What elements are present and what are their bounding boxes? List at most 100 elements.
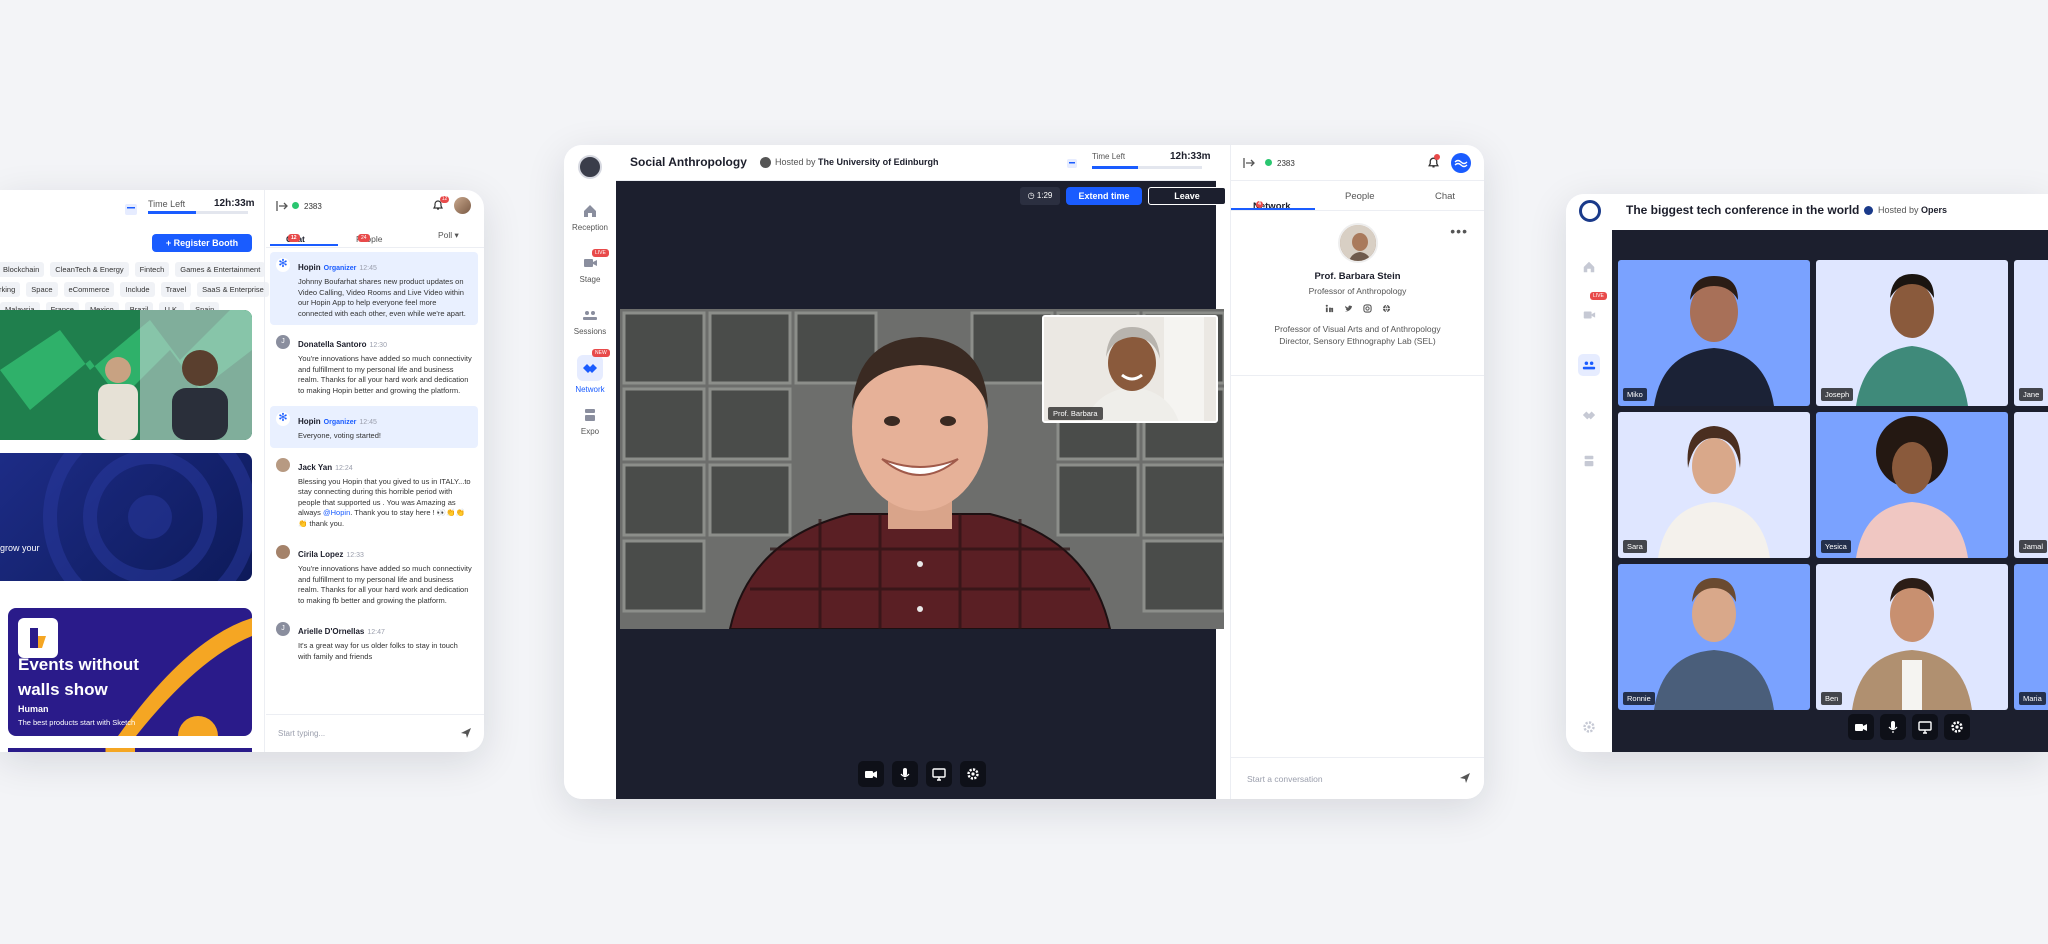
tab-people[interactable]: People [1345,191,1375,202]
profile-description-line: Director, Sensory Ethnography Lab (SEL) [1279,336,1436,346]
hopin-brand-icon[interactable] [1451,153,1471,173]
time-left-progress [1092,166,1202,169]
active-nav-highlight [577,355,603,381]
tag-chip[interactable]: SaaS & Enterprise [197,282,269,297]
more-options-icon[interactable]: ••• [1450,223,1468,239]
university-crest-logo[interactable] [578,155,602,179]
chat-tabs: Chat12 People24 Poll ▾ [266,226,484,248]
participant-tile[interactable]: Sara [1618,412,1810,558]
sidebar-item-label: Stage [579,275,601,284]
gear-icon [1951,721,1963,733]
calendar-icon[interactable] [124,202,138,216]
online-dot-icon [292,202,299,209]
microphone-icon [1888,721,1898,733]
tag-chip[interactable]: Travel [160,282,192,297]
media-controls [858,761,986,787]
sidebar-item-sessions[interactable] [1578,354,1600,376]
microphone-button[interactable] [1880,714,1906,740]
sidebar-item-label: Expo [580,427,600,436]
participant-video [1658,426,1770,558]
avatar: J [276,335,290,349]
tag-chip[interactable]: rking [0,282,21,297]
sidebar-item-reception[interactable] [1578,256,1600,278]
sidebar-item-stage[interactable] [1578,304,1600,326]
settings-button[interactable] [1944,714,1970,740]
participant-tile[interactable]: Miko [1618,260,1810,406]
sidebar-item-stage[interactable]: LIVE Stage [564,249,616,284]
network-icon [583,364,597,373]
send-icon[interactable] [460,727,472,739]
calendar-icon[interactable] [1066,157,1078,169]
tag-chip[interactable]: Fintech [134,262,170,277]
conversation-input-placeholder: Start a conversation [1247,774,1323,784]
university-logo-icon [760,157,771,169]
extend-time-button[interactable]: Extend time [1066,187,1142,205]
microphone-icon [900,768,910,780]
tag-chip[interactable]: CleanTech & Energy [50,262,129,277]
sidebar-item-label: Network [575,385,605,394]
participant-name: Jane [2019,388,2044,401]
leave-button[interactable]: Leave [1148,187,1226,205]
participant-tile[interactable]: Ronnie [1618,564,1810,710]
mention-link[interactable]: @Hopin [323,508,350,517]
twitter-icon[interactable] [1344,304,1353,313]
exit-icon[interactable] [1243,157,1255,169]
expo-booth-card[interactable] [0,310,252,440]
active-tab-indicator [270,244,338,246]
conversation-input[interactable]: Start a conversation [1231,757,1484,799]
tag-chip[interactable]: Blockchain [0,262,45,277]
sidebar-item-network[interactable] [1578,404,1600,426]
tag-chip[interactable]: eCommerce [63,282,115,297]
opers-logo[interactable] [1579,200,1601,222]
chat-input-placeholder: Start typing... [278,729,326,738]
linkedin-icon[interactable] [1325,304,1334,313]
settings-button[interactable] [1578,716,1600,738]
sidebar-item-reception[interactable]: Reception [564,203,616,232]
tab-poll[interactable]: Poll ▾ [438,230,459,241]
register-booth-button[interactable]: + Register Booth [152,234,252,252]
globe-icon[interactable] [1382,304,1391,313]
exit-icon[interactable] [276,200,288,212]
screen-share-button[interactable] [1912,714,1938,740]
pip-video-feed[interactable]: Prof. Barbara [1042,315,1218,423]
participant-tile[interactable]: Ben [1816,564,2008,710]
sidebar-item-expo[interactable] [1578,450,1600,472]
sidebar-item-expo[interactable]: Expo [564,407,616,436]
message-author: Hopin [298,417,321,426]
participant-tile[interactable]: Yesica [1816,412,2008,558]
tag-chip[interactable]: Games & Entertainment [175,262,266,277]
sidebar-item-network[interactable]: NEW Network [564,349,616,394]
tab-badge: 12 [288,234,300,242]
instagram-icon[interactable] [1362,304,1372,313]
sidebar-item-sessions[interactable]: Sessions [564,307,616,336]
microphone-button[interactable] [892,761,918,787]
camera-icon [1855,724,1867,731]
session-header: Social Anthropology Hosted by The Univer… [616,145,1216,181]
opers-logo-icon [1864,206,1873,216]
tab-chat[interactable]: Chat [1435,191,1455,202]
chat-input[interactable]: Start typing... [266,714,484,752]
camera-button[interactable] [1848,714,1874,740]
screen-share-button[interactable] [926,761,952,787]
settings-button[interactable] [960,761,986,787]
avatar[interactable] [454,197,471,214]
participant-tile[interactable]: Maria [2014,564,2048,710]
host-name: Opers [1921,205,1948,215]
camera-button[interactable] [858,761,884,787]
attendee-count: 2383 [292,202,322,211]
tag-chip[interactable]: Space [26,282,58,297]
expo-booth-card[interactable]: Events without walls show Human The best… [8,608,252,736]
message-text: Johnny Boufarhat shares new product upda… [298,277,466,318]
avatar [276,457,290,472]
message-time: 12:24 [335,464,353,472]
expo-booth-card[interactable] [8,748,252,752]
expo-booth-card[interactable]: grow your [0,453,252,581]
send-icon[interactable] [1459,772,1471,784]
tag-chip[interactable]: Include [120,282,155,297]
participant-tile[interactable]: Joseph [1816,260,2008,406]
participant-tile[interactable]: Jane [2014,260,2048,406]
participant-tile[interactable]: Jamal [2014,412,2048,558]
page-title: The biggest tech conference in the world [1626,203,1860,217]
divider [264,190,265,752]
home-icon [584,205,596,217]
